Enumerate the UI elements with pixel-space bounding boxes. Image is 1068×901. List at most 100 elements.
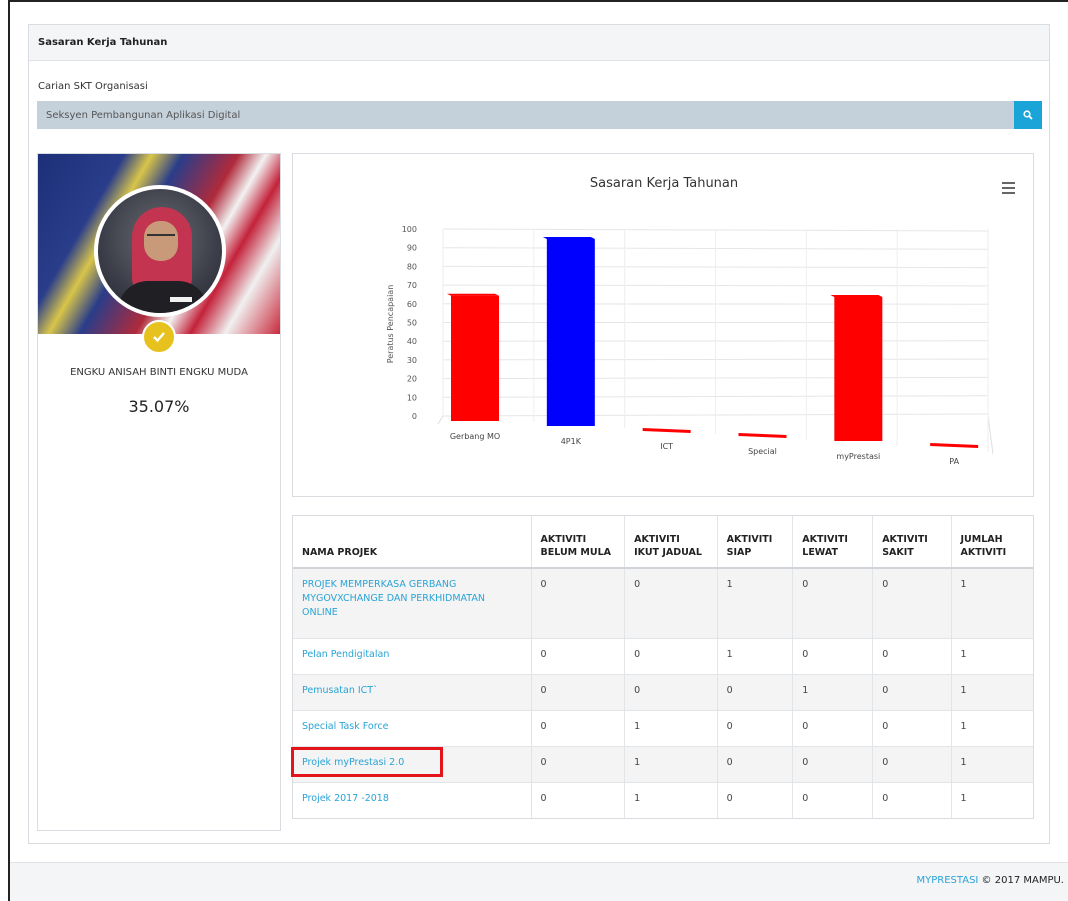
project-cell: Pemusatan ICT` (293, 673, 532, 710)
project-link[interactable]: Pemusatan ICT` (302, 685, 378, 696)
column-header: JUMLAH AKTIVITI (951, 516, 1033, 569)
count-cell: 0 (872, 673, 952, 710)
chart-bar-top (447, 293, 499, 296)
search-label: Carian SKT Organisasi (38, 81, 148, 92)
count-cell: 1 (717, 637, 794, 674)
table-row: PROJEK MEMPERKASA GERBANG MYGOVXCHANGE D… (293, 567, 1033, 638)
footer-copyright: © 2017 MAMPU. (978, 875, 1064, 886)
profile-name: ENGKU ANISAH BINTI ENGKU MUDA (70, 367, 248, 378)
count-cell: 0 (717, 673, 794, 710)
count-cell: 1 (792, 673, 874, 710)
project-link[interactable]: Projek myPrestasi 2.0 (302, 757, 404, 768)
column-header: AKTIVITI SIAP (717, 516, 794, 569)
count-cell: 1 (951, 673, 1033, 710)
y-tick-label: 60 (407, 300, 417, 309)
y-axis-label: Peratus Pencapaian (386, 285, 395, 364)
bar-chart: 0 10 20 30 40 50 60 70 80 90 100 Peratus Pencapaian… (386, 225, 994, 466)
column-header: AKTIVITI IKUT JADUAL (624, 516, 718, 569)
count-cell: 0 (792, 745, 874, 782)
table-row: Pelan Pendigitalan 0 0 1 0 0 1 (293, 637, 1033, 674)
x-tick-label: myPrestasi (836, 452, 880, 461)
count-cell: 0 (792, 637, 874, 674)
count-cell: 0 (531, 745, 626, 782)
chart-bar (546, 239, 595, 426)
count-cell: 1 (717, 567, 794, 638)
y-tick-label: 70 (407, 281, 417, 290)
count-cell: 0 (872, 637, 952, 674)
project-cell: PROJEK MEMPERKASA GERBANG MYGOVXCHANGE D… (293, 567, 532, 638)
x-tick-label: 4P1K (561, 437, 582, 446)
y-tick-label: 30 (407, 356, 417, 365)
count-cell: 0 (792, 567, 874, 638)
search-button[interactable] (1014, 101, 1042, 129)
check-icon (142, 320, 176, 354)
y-tick-label: 10 (407, 393, 417, 402)
chart-bar (930, 443, 979, 448)
project-cell: Pelan Pendigitalan (293, 637, 532, 674)
column-header: AKTIVITI BELUM MULA (531, 516, 626, 569)
avatar (94, 185, 226, 317)
table-header-row: NAMA PROJEK AKTIVITI BELUM MULA AKTIVITI I… (293, 516, 1033, 569)
count-cell: 0 (792, 781, 874, 818)
search-value[interactable]: Seksyen Pembangunan Aplikasi Digital (37, 110, 1014, 121)
x-tick-label: ICT (660, 442, 673, 451)
profile-card: ENGKU ANISAH BINTI ENGKU MUDA 35.07% (37, 153, 281, 831)
table-row: Pemusatan ICT` 0 0 0 1 0 1 (293, 673, 1033, 710)
project-link[interactable]: PROJEK MEMPERKASA GERBANG MYGOVXCHANGE D… (302, 579, 485, 618)
count-cell: 1 (951, 709, 1033, 746)
y-tick-label: 20 (407, 375, 417, 384)
count-cell: 0 (624, 567, 718, 638)
y-tick-label: 50 (407, 319, 417, 328)
table-row: Projek 2017 -2018 0 1 0 0 0 1 (293, 781, 1033, 818)
y-tick-label: 80 (407, 262, 417, 271)
count-cell: 0 (717, 781, 794, 818)
table-row: Projek myPrestasi 2.0 0 1 0 0 0 1 (291, 745, 1033, 782)
count-cell: 1 (951, 567, 1033, 638)
count-cell: 0 (624, 673, 718, 710)
y-tick-label: 100 (402, 225, 417, 234)
y-tick-label: 0 (412, 412, 417, 421)
panel-title: Sasaran Kerja Tahunan (29, 25, 1049, 61)
skt-panel: Sasaran Kerja Tahunan Carian SKT Organis… (28, 24, 1050, 844)
count-cell: 0 (872, 745, 952, 782)
column-header: AKTIVITI SAKIT (872, 516, 952, 569)
count-cell: 0 (717, 745, 794, 782)
search-icon (1023, 110, 1033, 120)
chart-bar-top (542, 237, 595, 239)
footer: MYPRESTASI © 2017 MAMPU. (10, 862, 1068, 901)
column-header: NAMA PROJEK (293, 516, 532, 569)
count-cell: 1 (624, 781, 718, 818)
y-tick-label: 40 (407, 337, 417, 346)
x-tick-label: PA (949, 457, 959, 466)
count-cell: 0 (792, 709, 874, 746)
x-tick-label: Special (748, 447, 777, 456)
chart-bar (738, 433, 787, 438)
search-select[interactable]: Seksyen Pembangunan Aplikasi Digital (37, 101, 1042, 129)
footer-brand-link[interactable]: MYPRESTASI (917, 875, 979, 886)
project-link[interactable]: Pelan Pendigitalan (302, 649, 389, 660)
x-tick-label: Gerbang MO (450, 432, 500, 441)
project-table: NAMA PROJEK AKTIVITI BELUM MULA AKTIVITI I… (291, 515, 1034, 819)
chart-bar (451, 295, 499, 421)
chart-bar-top (830, 295, 883, 298)
count-cell: 1 (624, 709, 718, 746)
profile-percent: 35.07% (128, 397, 190, 416)
count-cell: 1 (951, 745, 1033, 782)
count-cell: 1 (624, 745, 718, 782)
y-tick-label: 90 (407, 244, 417, 253)
count-cell: 0 (531, 709, 626, 746)
count-cell: 0 (872, 709, 952, 746)
column-header: AKTIVITI LEWAT (792, 516, 874, 569)
project-link[interactable]: Special Task Force (302, 721, 388, 732)
count-cell: 0 (531, 637, 626, 674)
count-cell: 0 (531, 781, 626, 818)
table-row: Special Task Force 0 1 0 0 0 1 (293, 709, 1033, 746)
count-cell: 0 (531, 567, 626, 638)
count-cell: 1 (951, 637, 1033, 674)
project-link[interactable]: Projek 2017 -2018 (302, 793, 389, 804)
count-cell: 0 (531, 673, 626, 710)
project-cell: Projek myPrestasi 2.0 (291, 745, 532, 782)
count-cell: 0 (717, 709, 794, 746)
count-cell: 0 (872, 567, 952, 638)
chart-bar (834, 297, 883, 441)
